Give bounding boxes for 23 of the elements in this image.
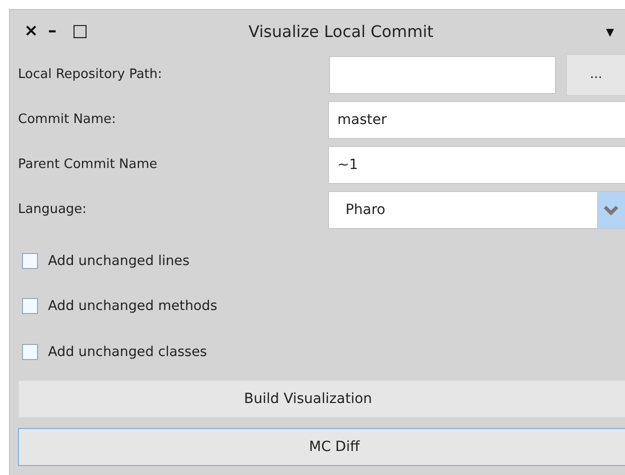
- path-field[interactable]: [329, 56, 556, 94]
- checkbox-label: Add unchanged classes: [48, 344, 207, 360]
- maximize-button[interactable]: □: [72, 21, 96, 41]
- checkbox[interactable]: [22, 344, 38, 360]
- checkbox[interactable]: [22, 298, 38, 314]
- field-label: Language:: [18, 202, 88, 217]
- menu-button[interactable]: ▾: [606, 22, 625, 40]
- chevron-down-icon[interactable]: [597, 192, 625, 228]
- action-button[interactable]: MC Diff: [18, 428, 625, 466]
- text-field[interactable]: master: [328, 100, 625, 138]
- window-title: Visualize Local Commit: [248, 22, 434, 40]
- checkbox-label: Add unchanged lines: [48, 252, 190, 269]
- close-button[interactable]: ×: [24, 21, 48, 41]
- field-label: Parent Commit Name: [18, 157, 158, 172]
- field-label: Commit Name:: [18, 112, 117, 127]
- checkbox-label: Add unchanged methods: [48, 298, 218, 314]
- checkbox[interactable]: [22, 252, 38, 269]
- field-label: Local Repository Path:: [18, 67, 164, 82]
- browse-button[interactable]: ...: [566, 54, 625, 96]
- action-button[interactable]: Build Visualization: [18, 380, 625, 418]
- text-field[interactable]: ~1: [328, 146, 625, 184]
- language-dropdown[interactable]: Pharo: [328, 190, 625, 228]
- minimize-button[interactable]: –: [48, 21, 72, 41]
